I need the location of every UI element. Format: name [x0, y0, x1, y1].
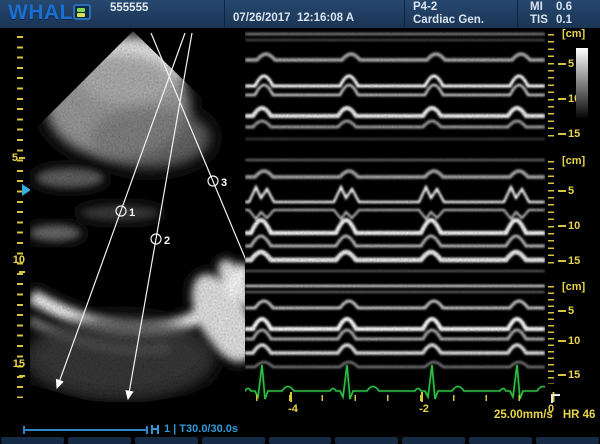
time-cursor-icon: [551, 394, 560, 403]
ultrasound-screen: WHALE 555555 07/26/2017 12:16:08 A P4-2 …: [0, 0, 600, 444]
depth-unit: [cm]: [562, 281, 585, 293]
depth-scale-ticks: [548, 34, 554, 142]
brand-display-icon: [73, 4, 91, 20]
mline-label-1: 1: [129, 207, 135, 219]
tis-label: TIS: [530, 14, 556, 27]
softkey-slot-8[interactable]: [469, 437, 532, 444]
datetime-label: 07/26/2017 12:16:08 A: [233, 12, 354, 24]
scale-mark-5: 5: [558, 305, 574, 317]
mi-label: MI: [530, 1, 556, 14]
cine-label: 1 | T30.0/30.0s: [164, 423, 238, 435]
softkey-slot-1[interactable]: [1, 437, 64, 444]
mi-value: 0.6: [556, 1, 572, 14]
time-axis-major-ticks: [290, 392, 558, 402]
grayscale-bar: [576, 48, 588, 118]
datetime-section: 07/26/2017 12:16:08 A: [225, 0, 405, 28]
cine-bar: 1 | T30.0/30.0s: [18, 422, 278, 438]
mmode-strip-3: [245, 283, 545, 400]
sector-2d-image: 1 2 3: [30, 28, 245, 402]
scale-mark-10: 10: [558, 220, 580, 232]
mi-tis-readout: MI0.6 TIS0.1: [530, 1, 572, 27]
sweep-speed: 25.00mm/s: [494, 409, 553, 421]
scale-mark-15: 15: [558, 255, 580, 267]
scale-mark-5: 5: [558, 58, 574, 70]
tis-value: 0.1: [556, 14, 572, 27]
time-label-minus4: -4: [282, 403, 304, 415]
depth-mark-5: 5: [10, 152, 25, 164]
softkey-slot-9[interactable]: [536, 437, 599, 444]
softkey-slot-6[interactable]: [335, 437, 398, 444]
scale-mark-5: 5: [558, 185, 574, 197]
ecg-trace: [245, 283, 545, 400]
cine-progress-bar[interactable]: [23, 429, 148, 431]
mline-label-3: 3: [221, 177, 227, 189]
mmode-strip-1: [245, 28, 545, 150]
top-status-bar: WHALE 555555 07/26/2017 12:16:08 A P4-2 …: [0, 0, 600, 28]
sweep-status: 25.00mm/s HR 46: [494, 409, 595, 421]
depth-scale-ticks: [548, 161, 554, 269]
depth-unit: [cm]: [562, 155, 585, 167]
scale-mark-10: 10: [558, 335, 580, 347]
preset-name: Cardiac Gen.: [413, 14, 484, 27]
depth-scale-1: [cm] 5 10 15: [546, 28, 598, 155]
depth-scale-ticks: [548, 286, 554, 384]
depth-scale-2: [cm] 5 10 15: [546, 155, 598, 283]
acoustic-output-section: MI0.6 TIS0.1: [518, 0, 600, 28]
depth-scale-3: [cm] 5 10 15: [546, 281, 598, 406]
probe-section: P4-2 Cardiac Gen.: [405, 0, 518, 28]
mline-label-2: 2: [164, 235, 170, 247]
heart-rate: HR 46: [563, 409, 596, 421]
probe-preset: P4-2 Cardiac Gen.: [413, 1, 484, 27]
depth-mark-10: 10: [10, 254, 25, 278]
softkey-slot-7[interactable]: [402, 437, 465, 444]
depth-mark-15: 15: [10, 358, 25, 382]
scale-mark-15: 15: [558, 369, 580, 381]
softkey-row: [0, 437, 600, 444]
patient-section: WHALE 555555: [0, 0, 225, 28]
depth-ruler-ticks: [17, 36, 23, 398]
mmode-strip-2: [245, 155, 545, 278]
softkey-slot-4[interactable]: [202, 437, 265, 444]
scale-mark-15: 15: [558, 128, 580, 140]
softkey-slot-3[interactable]: [135, 437, 198, 444]
softkey-slot-2[interactable]: [68, 437, 131, 444]
cine-loop-icon[interactable]: [151, 425, 159, 434]
probe-name: P4-2: [413, 1, 484, 14]
time-label-minus2: -2: [413, 403, 435, 415]
depth-unit: [cm]: [562, 28, 585, 40]
softkey-slot-5[interactable]: [269, 437, 332, 444]
patient-id: 555555: [110, 2, 148, 14]
